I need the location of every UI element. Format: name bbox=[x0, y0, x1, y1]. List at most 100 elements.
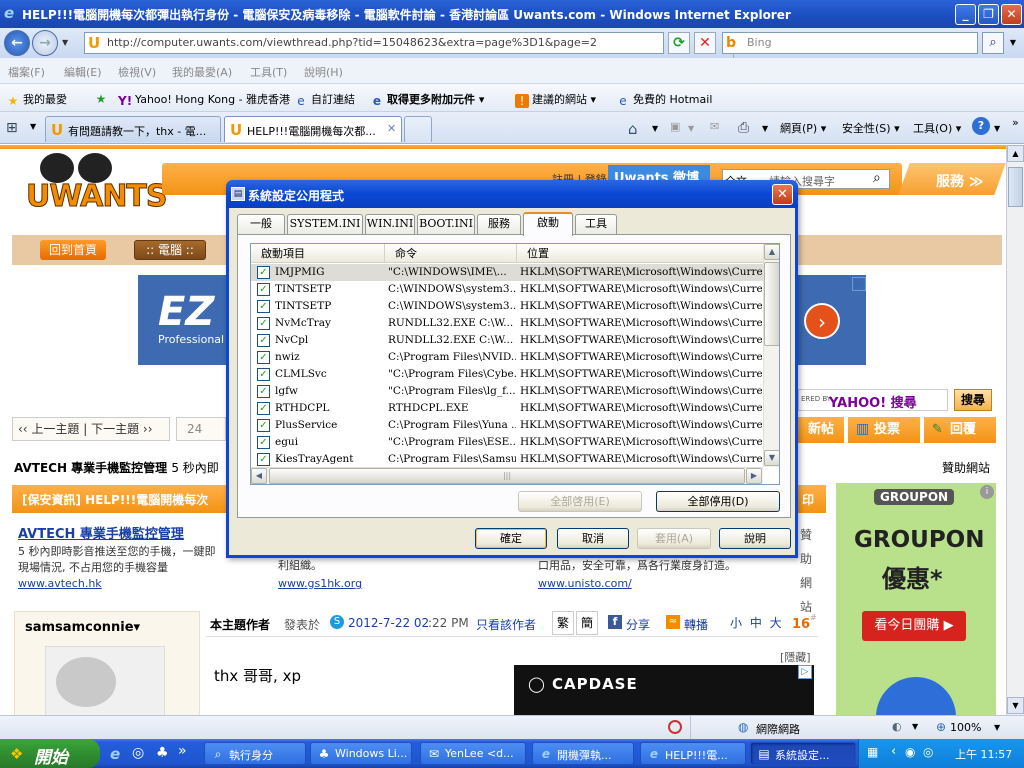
startup-row[interactable]: ✓ RTHDCPL RTHDCPL.EXE HKLM\SOFTWARE\Microso… bbox=[251, 400, 763, 417]
zoom-level[interactable]: 100% bbox=[950, 721, 981, 734]
startup-checkbox[interactable]: ✓ bbox=[257, 300, 270, 313]
groupon-ad[interactable]: GROUPON i GROUPON 優惠* 看今日團購 ▶ bbox=[836, 483, 996, 715]
prev-next-nav[interactable]: ‹‹ 上一主題 | 下一主題 ›› bbox=[12, 417, 170, 441]
startup-row[interactable]: ✓ CLMLSvc "C:\Program Files\Cybe... HKLM\SO… bbox=[251, 366, 763, 383]
page-menu[interactable]: 網頁(P) ▾ bbox=[780, 120, 826, 136]
task-run-as[interactable]: ⌕ 執行身分 bbox=[204, 742, 306, 765]
tab-current-thread[interactable]: U HELP!!!電腦開機每次都... ✕ bbox=[224, 116, 402, 142]
startup-checkbox[interactable]: ✓ bbox=[257, 317, 270, 330]
ad3-url[interactable]: www.unisto.com/ bbox=[538, 577, 632, 590]
quicklaunch-more-icon[interactable]: » bbox=[178, 743, 187, 759]
home-nav-button[interactable]: 回到首頁 bbox=[40, 240, 106, 260]
help-icon[interactable]: ? bbox=[972, 117, 990, 135]
startup-list[interactable]: 啟動項目 命令 位置 ✓ IMJPMIG "C:\WINDOWS\IME\... HK… bbox=[250, 243, 780, 485]
menu-favorites[interactable]: 我的最愛(A) bbox=[172, 64, 232, 80]
zoom-dropdown-icon[interactable]: ▼ bbox=[994, 723, 1000, 732]
fav-get-addons[interactable]: e 取得更多附加元件 ▾ bbox=[370, 91, 484, 108]
service-label[interactable]: 服務 ≫ bbox=[936, 171, 984, 191]
only-author-link[interactable]: 只看該作者 bbox=[476, 616, 536, 633]
fav-yahoo[interactable]: Y! Yahoo! Hong Kong - 雅虎香港 bbox=[118, 91, 290, 108]
apply-button[interactable]: 套用(A) bbox=[637, 528, 711, 549]
tab-general[interactable]: 一般 bbox=[237, 214, 285, 234]
list-scroll-left-arrow-icon[interactable]: ◀ bbox=[251, 468, 267, 484]
uwants-logo[interactable]: UWANTS bbox=[26, 153, 168, 215]
startup-checkbox[interactable]: ✓ bbox=[257, 453, 270, 466]
menu-file[interactable]: 檔案(F) bbox=[8, 64, 45, 80]
status-dropdown-icon[interactable]: ▼ bbox=[912, 722, 918, 731]
read-mail-icon[interactable]: ✉ bbox=[710, 120, 719, 133]
dialog-titlebar[interactable]: ▤ 系統設定公用程式 ✕ bbox=[226, 180, 798, 208]
startup-row[interactable]: ✓ PlusService C:\Program Files\Yuna ... HKL… bbox=[251, 417, 763, 434]
task-windows-live[interactable]: ♣ Windows Li... bbox=[310, 742, 412, 765]
enable-all-button[interactable]: 全部啓用(E) bbox=[518, 491, 642, 512]
groupon-cta-button[interactable]: 看今日團購 ▶ bbox=[862, 611, 966, 641]
menu-tools[interactable]: 工具(T) bbox=[250, 64, 287, 80]
clock[interactable]: 上午 11:57 bbox=[955, 746, 1012, 762]
new-post-button[interactable]: 新帖 bbox=[798, 417, 844, 443]
print-link[interactable]: 印 bbox=[802, 491, 814, 508]
list-hscroll-thumb[interactable]: ||| bbox=[269, 468, 745, 484]
tab-startup[interactable]: 啟動 bbox=[523, 212, 573, 236]
new-tab-button[interactable] bbox=[404, 116, 432, 142]
tab-win-ini[interactable]: WIN.INI bbox=[365, 214, 415, 234]
menu-edit[interactable]: 編輯(E) bbox=[64, 64, 102, 80]
feeds-icon[interactable]: ▣ bbox=[670, 120, 680, 133]
share-link[interactable]: 分享 bbox=[626, 616, 650, 633]
protected-mode-icon[interactable]: ◐ bbox=[892, 720, 902, 733]
startup-row[interactable]: ✓ KiesTrayAgent C:\Program Files\Samsu... H… bbox=[251, 451, 763, 468]
more-commands-icon[interactable]: » bbox=[1012, 116, 1019, 129]
tab-services[interactable]: 服務 bbox=[477, 214, 521, 234]
ad-info-icon[interactable]: i bbox=[980, 485, 994, 499]
quicklaunch-ie-icon[interactable]: e bbox=[110, 745, 120, 763]
tab-tools[interactable]: 工具 bbox=[575, 214, 617, 234]
tools-menu[interactable]: 工具(O) ▾ bbox=[913, 120, 961, 136]
scroll-up-arrow-icon[interactable]: ▲ bbox=[1007, 145, 1024, 162]
avatar[interactable] bbox=[45, 646, 165, 715]
window-titlebar[interactable]: e HELP!!!電腦開機每次都彈出執行身份 - 電腦保安及病毒移除 - 電腦軟… bbox=[0, 0, 1024, 28]
minimize-button[interactable]: _ bbox=[955, 4, 976, 25]
startup-row[interactable]: ✓ TINTSETP C:\WINDOWS\system3... HKLM\SOFTW… bbox=[251, 298, 763, 315]
tab-list-dropdown-icon[interactable]: ▼ bbox=[30, 122, 36, 131]
list-vertical-scrollbar[interactable]: ▲ ▼ bbox=[763, 244, 779, 467]
banner-arrow-icon[interactable]: › bbox=[804, 303, 840, 339]
add-favorite-button[interactable]: ★ bbox=[94, 91, 111, 106]
computer-nav-button[interactable]: :: 電腦 :: bbox=[134, 240, 206, 260]
startup-checkbox[interactable]: ✓ bbox=[257, 385, 270, 398]
task-yenlee-mail[interactable]: ✉ YenLee <d... bbox=[420, 742, 526, 765]
scroll-down-arrow-icon[interactable]: ▼ bbox=[1007, 697, 1024, 714]
task-help-thread[interactable]: e HELP!!!電... bbox=[640, 742, 746, 765]
tray-antivirus-icon[interactable]: ◎ bbox=[923, 745, 933, 759]
disable-all-button[interactable]: 全部停用(D) bbox=[656, 491, 780, 512]
scrollbar-thumb[interactable] bbox=[1008, 167, 1023, 207]
startup-row[interactable]: ✓ lgfw "C:\Program Files\lg_f... HKLM\SOFTW… bbox=[251, 383, 763, 400]
simplified-button[interactable]: 簡 bbox=[576, 611, 598, 635]
address-input[interactable]: U http://computer.uwants.com/viewthread.… bbox=[84, 32, 745, 59]
startup-checkbox[interactable]: ✓ bbox=[257, 351, 270, 364]
col-location[interactable]: 位置 bbox=[517, 244, 763, 263]
ad1-title[interactable]: AVTECH 專業手機監控管理 bbox=[18, 523, 184, 542]
search-input[interactable]: b Bing bbox=[722, 32, 978, 54]
ad1-url[interactable]: www.avtech.hk bbox=[18, 577, 102, 590]
tray-collapse-icon[interactable]: ‹ bbox=[891, 744, 896, 759]
print-icon[interactable]: ⎙ bbox=[738, 120, 749, 136]
search-button[interactable]: ⌕ bbox=[982, 32, 1004, 54]
list-scroll-down-arrow-icon[interactable]: ▼ bbox=[764, 450, 779, 466]
tray-network-icon[interactable]: ◉ bbox=[905, 745, 915, 759]
ok-button[interactable]: 確定 bbox=[475, 528, 547, 549]
ad-headline[interactable]: AVTECH 專業手機監控管理 5 秒內即 bbox=[14, 459, 219, 476]
fav-custom-links[interactable]: e 自訂連結 bbox=[294, 91, 355, 108]
quick-tabs-icon[interactable]: ⊞ bbox=[6, 120, 28, 138]
recent-pages-dropdown-icon[interactable]: ▼ bbox=[62, 38, 72, 48]
menu-view[interactable]: 檢視(V) bbox=[118, 64, 156, 80]
safety-menu[interactable]: 安全性(S) ▾ bbox=[842, 120, 900, 136]
tab-system-ini[interactable]: SYSTEM.INI bbox=[287, 214, 363, 234]
ad2-url[interactable]: www.gs1hk.org bbox=[278, 577, 362, 590]
list-scroll-right-arrow-icon[interactable]: ▶ bbox=[746, 468, 762, 484]
restore-button[interactable]: ❐ bbox=[978, 4, 999, 25]
capdase-ad[interactable]: ◯ CAPDASE ▷ bbox=[514, 665, 814, 715]
startup-row[interactable]: ✓ NvCpl RUNDLL32.EXE C:\W... HKLM\SOFTWARE\… bbox=[251, 332, 763, 349]
fav-suggested-sites[interactable]: ! 建議的網站 ▾ bbox=[515, 91, 596, 108]
refresh-button[interactable]: ⟳ bbox=[668, 32, 690, 54]
quicklaunch-browser-icon[interactable]: ◎ bbox=[132, 745, 144, 761]
startup-checkbox[interactable]: ✓ bbox=[257, 283, 270, 296]
